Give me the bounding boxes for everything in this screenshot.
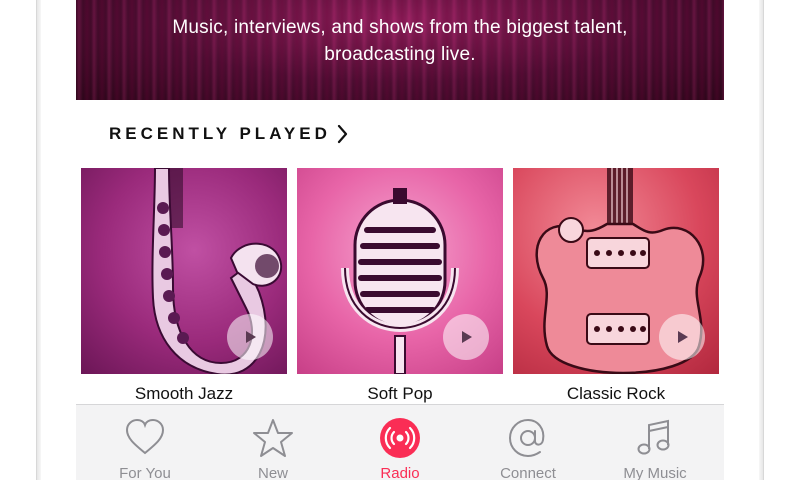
screen: Music, interviews, and shows from the bi…	[76, 0, 724, 480]
tab-label: For You	[119, 465, 171, 480]
recently-played-list: Smooth Jazz Soft Pop Classic Rock	[81, 168, 724, 406]
banner-line-2: broadcasting live.	[324, 44, 476, 65]
tab-label: Connect	[500, 465, 556, 480]
device-bezel-right	[759, 0, 764, 480]
play-button[interactable]	[443, 314, 489, 360]
star-icon	[253, 419, 293, 457]
at-sign-icon	[508, 418, 545, 458]
tab-connect[interactable]: Connect	[473, 405, 583, 480]
tab-label: New	[257, 465, 288, 480]
tab-label: My Music	[623, 465, 687, 480]
station-label: Soft Pop	[367, 384, 433, 403]
chevron-right-icon	[337, 124, 347, 144]
station-card-soft-pop[interactable]: Soft Pop	[297, 168, 503, 404]
recently-played-header[interactable]: RECENTLY PLAYED	[109, 124, 349, 144]
station-artwork[interactable]	[81, 168, 287, 374]
tab-radio[interactable]: Radio	[345, 405, 455, 480]
tab-bar: For You New Radio Connect My Music	[76, 404, 724, 480]
heart-icon	[125, 418, 165, 455]
station-artwork[interactable]	[297, 168, 503, 374]
station-label: Classic Rock	[566, 384, 666, 403]
tab-label: Radio	[380, 465, 420, 480]
banner-line-1: Music, interviews, and shows from the bi…	[172, 17, 628, 38]
play-icon	[462, 331, 472, 343]
banner-text: Music, interviews, and shows from the bi…	[76, 14, 724, 68]
play-icon	[678, 331, 688, 343]
radio-hero-banner[interactable]: Music, interviews, and shows from the bi…	[76, 0, 724, 100]
radio-broadcast-icon	[380, 418, 420, 458]
play-button[interactable]	[227, 314, 273, 360]
tab-for-you[interactable]: For You	[90, 405, 200, 480]
play-button[interactable]	[659, 314, 705, 360]
station-artwork[interactable]	[513, 168, 719, 374]
station-label: Smooth Jazz	[134, 384, 234, 403]
tab-new[interactable]: New	[218, 405, 328, 480]
play-icon	[246, 331, 256, 343]
recently-played-title: RECENTLY PLAYED	[109, 124, 331, 143]
device-frame: Music, interviews, and shows from the bi…	[0, 0, 800, 480]
station-card-smooth-jazz[interactable]: Smooth Jazz	[81, 168, 287, 404]
tab-my-music[interactable]: My Music	[600, 405, 710, 480]
device-bezel-left	[36, 0, 41, 480]
station-card-classic-rock[interactable]: Classic Rock	[513, 168, 719, 404]
music-note-icon	[637, 419, 670, 455]
